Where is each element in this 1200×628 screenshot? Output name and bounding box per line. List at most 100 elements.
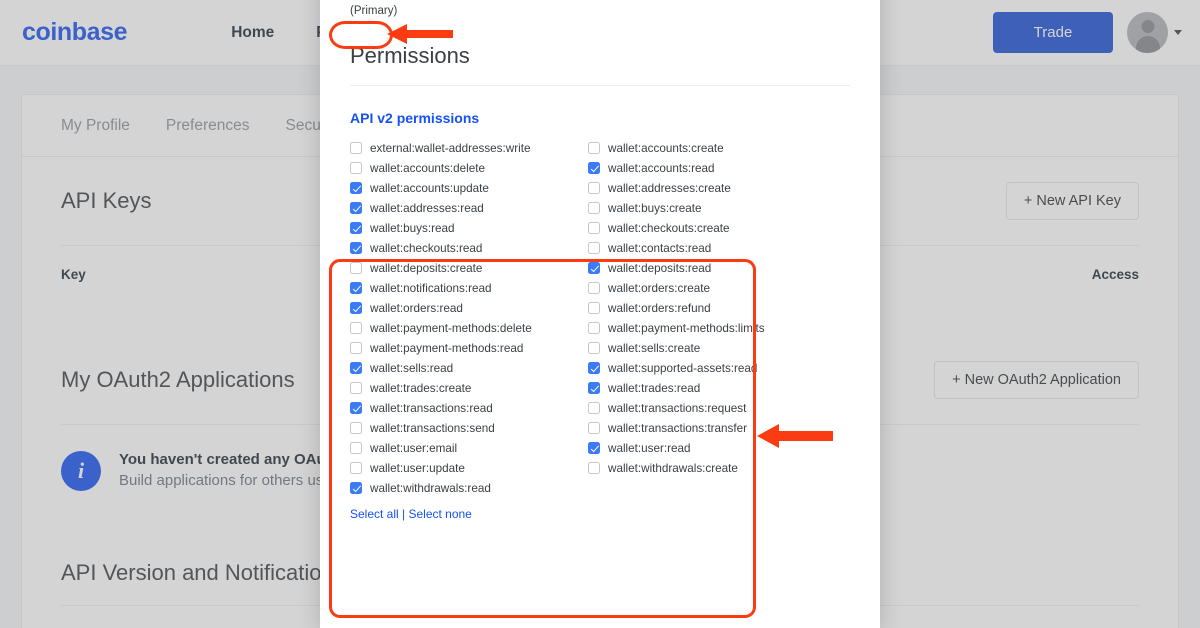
permission-label: wallet:deposits:create	[370, 261, 483, 275]
checkbox-icon[interactable]	[350, 302, 362, 314]
checkbox-icon[interactable]	[350, 462, 362, 474]
new-api-key-button[interactable]: + New API Key	[1005, 182, 1139, 220]
oauth-title: My OAuth2 Applications	[61, 367, 295, 392]
permission-checkbox-row[interactable]: wallet:payment-methods:read	[350, 338, 588, 358]
wallet-checkbox-row[interactable]: BSV Wallet (Primary)	[728, 0, 854, 3]
checkbox-icon[interactable]	[350, 282, 362, 294]
chevron-down-icon	[1174, 30, 1182, 35]
permission-checkbox-row[interactable]: wallet:accounts:update	[350, 178, 588, 198]
permission-checkbox-row[interactable]: wallet:checkouts:create	[588, 218, 826, 238]
permission-label: wallet:orders:refund	[608, 301, 711, 315]
wallet-checkbox-row[interactable]: ZEC Wallet (Primary)	[602, 0, 728, 3]
permission-checkbox-row[interactable]: wallet:orders:read	[350, 298, 588, 318]
permission-checkbox-row[interactable]: wallet:addresses:create	[588, 178, 826, 198]
checkbox-icon[interactable]	[588, 442, 600, 454]
permission-label: wallet:transactions:request	[608, 401, 747, 415]
checkbox-icon[interactable]	[588, 202, 600, 214]
checkbox-icon[interactable]	[350, 222, 362, 234]
permission-label: wallet:checkouts:create	[608, 221, 730, 235]
permission-label: wallet:supported-assets:read	[608, 361, 758, 375]
checkbox-icon[interactable]	[588, 262, 600, 274]
permission-checkbox-row[interactable]: wallet:deposits:create	[350, 258, 588, 278]
checkbox-icon[interactable]	[350, 382, 362, 394]
permission-checkbox-row[interactable]: wallet:deposits:read	[588, 258, 826, 278]
checkbox-icon[interactable]	[350, 242, 362, 254]
trade-button[interactable]: Trade	[993, 12, 1113, 53]
checkbox-icon[interactable]	[588, 182, 600, 194]
permission-label: wallet:trades:create	[370, 381, 472, 395]
checkbox-icon[interactable]	[588, 222, 600, 234]
checkbox-icon[interactable]	[350, 322, 362, 334]
permission-checkbox-row[interactable]: wallet:transactions:read	[350, 398, 588, 418]
checkbox-icon[interactable]	[588, 362, 600, 374]
checkbox-icon[interactable]	[350, 442, 362, 454]
permission-checkbox-row[interactable]: wallet:buys:read	[350, 218, 588, 238]
permission-checkbox-row[interactable]: wallet:withdrawals:create	[588, 458, 826, 478]
checkbox-icon[interactable]	[588, 142, 600, 154]
checkbox-icon[interactable]	[350, 202, 362, 214]
tab-preferences[interactable]: Preferences	[166, 117, 250, 135]
permission-checkbox-row[interactable]: wallet:contacts:read	[588, 238, 826, 258]
permission-checkbox-row[interactable]: wallet:sells:read	[350, 358, 588, 378]
permission-checkbox-row[interactable]: wallet:transactions:send	[350, 418, 588, 438]
permission-checkbox-row[interactable]: wallet:accounts:read	[588, 158, 826, 178]
permissions-heading: Permissions	[350, 43, 470, 68]
permission-checkbox-row[interactable]: wallet:buys:create	[588, 198, 826, 218]
wallet-checkbox-row[interactable]: BAT Wallet (Primary)	[476, 0, 602, 3]
checkbox-icon[interactable]	[350, 362, 362, 374]
checkbox-icon[interactable]	[588, 282, 600, 294]
new-oauth2-application-button[interactable]: + New OAuth2 Application	[934, 361, 1139, 399]
permission-checkbox-row[interactable]: wallet:supported-assets:read	[588, 358, 826, 378]
select-all-none-links[interactable]: Select all | Select none	[338, 498, 862, 521]
checkbox-icon[interactable]	[350, 162, 362, 174]
tab-my-profile[interactable]: My Profile	[61, 117, 130, 135]
checkbox-icon[interactable]	[588, 162, 600, 174]
permission-checkbox-row[interactable]: wallet:withdrawals:read	[350, 478, 588, 498]
permission-checkbox-row[interactable]: wallet:trades:create	[350, 378, 588, 398]
checkbox-icon[interactable]	[350, 142, 362, 154]
permission-checkbox-row[interactable]: wallet:user:read	[588, 438, 826, 458]
permission-checkbox-row[interactable]: wallet:user:email	[350, 438, 588, 458]
checkbox-icon[interactable]	[588, 242, 600, 254]
permission-label: wallet:addresses:create	[608, 181, 731, 195]
permission-checkbox-row[interactable]: wallet:transactions:request	[588, 398, 826, 418]
checkbox-icon[interactable]	[588, 422, 600, 434]
permission-checkbox-row[interactable]: wallet:notifications:read	[350, 278, 588, 298]
checkbox-icon[interactable]	[350, 402, 362, 414]
permission-label: external:wallet-addresses:write	[370, 141, 531, 155]
checkbox-icon[interactable]	[350, 422, 362, 434]
permission-checkbox-row[interactable]: wallet:addresses:read	[350, 198, 588, 218]
permission-checkbox-row[interactable]: wallet:checkouts:read	[350, 238, 588, 258]
permission-checkbox-row[interactable]: wallet:orders:refund	[588, 298, 826, 318]
permission-label: wallet:trades:read	[608, 381, 701, 395]
account-menu[interactable]	[1127, 12, 1182, 53]
permission-checkbox-row[interactable]: wallet:orders:create	[588, 278, 826, 298]
coinbase-logo[interactable]: coinbase	[22, 18, 128, 47]
permission-checkbox-row[interactable]: wallet:user:update	[350, 458, 588, 478]
checkbox-icon[interactable]	[350, 482, 362, 494]
checkbox-icon[interactable]	[588, 462, 600, 474]
wallet-checkbox-row[interactable]: USDC Wallet	[350, 0, 476, 3]
permission-label: wallet:sells:read	[370, 361, 454, 375]
checkbox-icon[interactable]	[350, 262, 362, 274]
info-icon: i	[61, 451, 101, 491]
permission-checkbox-row[interactable]: wallet:payment-methods:limits	[588, 318, 826, 338]
checkbox-icon[interactable]	[588, 322, 600, 334]
checkbox-icon[interactable]	[588, 302, 600, 314]
permission-checkbox-row[interactable]: external:wallet-addresses:write	[350, 138, 588, 158]
permission-checkbox-row[interactable]: wallet:accounts:delete	[350, 158, 588, 178]
wallet-list: BTC Wallet (Primary)ETH Wallet (Primary)…	[338, 0, 862, 3]
permission-checkbox-row[interactable]: wallet:payment-methods:delete	[350, 318, 588, 338]
permission-label: wallet:withdrawals:read	[370, 481, 491, 495]
checkbox-icon[interactable]	[588, 402, 600, 414]
permission-checkbox-row[interactable]: wallet:sells:create	[588, 338, 826, 358]
checkbox-icon[interactable]	[588, 382, 600, 394]
permission-checkbox-row[interactable]: wallet:trades:read	[588, 378, 826, 398]
permission-checkbox-row[interactable]: wallet:transactions:transfer	[588, 418, 826, 438]
checkbox-icon[interactable]	[350, 182, 362, 194]
nav-item-home[interactable]: Home	[231, 24, 274, 42]
permission-checkbox-row[interactable]: wallet:accounts:create	[588, 138, 826, 158]
checkbox-icon[interactable]	[350, 342, 362, 354]
checkbox-icon[interactable]	[588, 342, 600, 354]
permission-label: wallet:orders:create	[608, 281, 710, 295]
